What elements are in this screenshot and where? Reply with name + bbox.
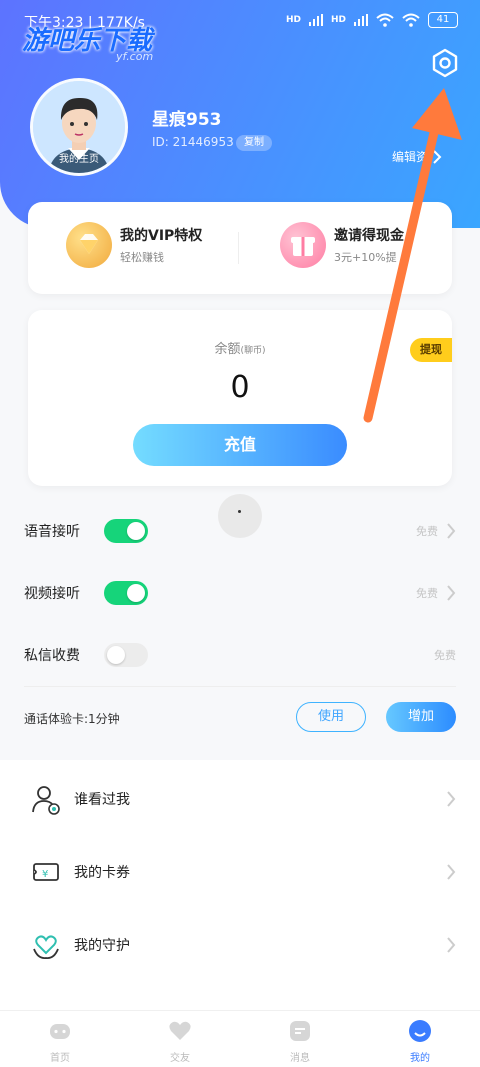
vip-card: 我的VIP特权 轻松赚钱 邀请得现金 3元+10%提 (28, 202, 452, 294)
chevron-right-icon (447, 864, 456, 880)
vip-divider (238, 232, 239, 264)
invite-subtitle: 3元+10%提 (334, 251, 397, 264)
vip-title: 我的VIP特权 (120, 228, 203, 244)
menu-label: 我的卡券 (74, 865, 130, 881)
use-trial-button[interactable]: 使用 (296, 702, 366, 732)
trial-card-value: 1分钟 (88, 712, 120, 726)
signal-icon-2 (354, 14, 368, 26)
guard-heart-icon (33, 935, 59, 959)
withdraw-button[interactable]: 提现 (410, 338, 452, 362)
avatar-home-label: 我的主页 (59, 154, 99, 165)
setting-video-answer: 视频接听 免费 (0, 573, 480, 613)
vip-privilege-entry[interactable]: 我的VIP特权 轻松赚钱 (66, 222, 202, 268)
toggle-knob (107, 646, 125, 664)
nav-label: 消息 (290, 1053, 310, 1064)
vip-diamond-icon (66, 222, 112, 268)
watermark-url: yf.com (116, 50, 154, 63)
invite-title: 邀请得现金 (334, 228, 404, 244)
menu-list: 谁看过我 ¥ 我的卡券 我的守护 (0, 760, 480, 1010)
edit-profile-link[interactable]: 编辑资 (392, 148, 442, 165)
chevron-right-icon[interactable] (446, 523, 456, 539)
settings-divider (24, 686, 456, 687)
setting-message-charge: 私信收费 免费 (0, 635, 480, 675)
message-icon (290, 1021, 310, 1041)
signal-hd-label: HD (285, 15, 301, 25)
invite-cash-entry[interactable]: 邀请得现金 3元+10%提 (280, 222, 404, 268)
chevron-right-icon (433, 149, 442, 164)
heart-icon (169, 1021, 191, 1040)
vip-subtitle: 轻松赚钱 (120, 251, 164, 264)
nav-label: 我的 (410, 1053, 430, 1064)
setting-label: 视频接听 (24, 586, 80, 602)
trial-card-info: 通话体验卡:1分钟 (24, 710, 120, 727)
toggle-knob (127, 522, 145, 540)
voice-answer-toggle[interactable] (104, 519, 148, 543)
settings-gear-icon[interactable] (430, 48, 460, 78)
balance-label-text: 余额 (214, 342, 241, 357)
balance-unit: (聊币) (240, 346, 266, 356)
profile-header: 下午3:23 | 177K/s HD HD 41 游吧乐下载 yf.com 我的… (0, 0, 480, 228)
video-answer-price: 免费 (416, 587, 438, 600)
nav-label: 交友 (170, 1053, 190, 1064)
voice-answer-price: 免费 (416, 525, 438, 538)
menu-label: 我的守护 (74, 938, 130, 954)
message-charge-price: 免费 (434, 649, 456, 662)
message-charge-toggle[interactable] (104, 643, 148, 667)
trial-card-prefix: 通话体验卡: (24, 712, 89, 726)
signal-hd-label-2: HD (330, 15, 346, 25)
nav-item-friends[interactable]: 交友 (150, 1019, 210, 1064)
gift-box-icon (280, 222, 326, 268)
svg-text:¥: ¥ (42, 869, 48, 880)
username: 星痕953 (152, 110, 222, 130)
video-answer-toggle[interactable] (104, 581, 148, 605)
signal-icon (308, 14, 323, 26)
nav-item-home[interactable]: 首页 (30, 1019, 90, 1064)
balance-label: 余额(聊币) (28, 338, 452, 357)
home-icon (50, 1024, 70, 1039)
nav-item-messages[interactable]: 消息 (270, 1019, 330, 1064)
nav-item-mine[interactable]: 我的 (390, 1019, 450, 1064)
setting-label: 语音接听 (24, 524, 80, 540)
balance-card: 余额(聊币) 0 提现 充值 (28, 310, 452, 486)
wifi-icon (376, 13, 394, 27)
add-trial-button[interactable]: 增加 (386, 702, 456, 732)
menu-item-coupons[interactable]: ¥ 我的卡券 (0, 842, 480, 902)
setting-voice-answer: 语音接听 免费 (0, 511, 480, 551)
menu-item-guard[interactable]: 我的守护 (0, 915, 480, 975)
edit-profile-label: 编辑资 (392, 150, 429, 164)
avatar[interactable]: 我的主页 (30, 78, 128, 176)
profile-icon (409, 1020, 431, 1042)
chevron-right-icon (447, 937, 456, 953)
battery-icon: 41 (428, 12, 458, 28)
chevron-right-icon (447, 791, 456, 807)
bottom-nav: 首页 交友 消息 我的 (0, 1010, 480, 1067)
balance-value: 0 (230, 370, 250, 405)
status-icons: HD HD 41 (286, 12, 458, 28)
recharge-button[interactable]: 充值 (133, 424, 347, 466)
user-id: ID: 21446953 (152, 135, 234, 149)
coupon-icon: ¥ (33, 863, 59, 881)
visitor-icon (32, 786, 60, 815)
nav-label: 首页 (50, 1053, 70, 1064)
menu-label: 谁看过我 (74, 792, 130, 808)
setting-label: 私信收费 (24, 648, 80, 664)
chevron-right-icon[interactable] (446, 585, 456, 601)
copy-id-button[interactable]: 复制 (236, 135, 272, 151)
menu-item-visitors[interactable]: 谁看过我 (0, 769, 480, 829)
wifi-icon-2 (402, 13, 420, 27)
toggle-knob (127, 584, 145, 602)
